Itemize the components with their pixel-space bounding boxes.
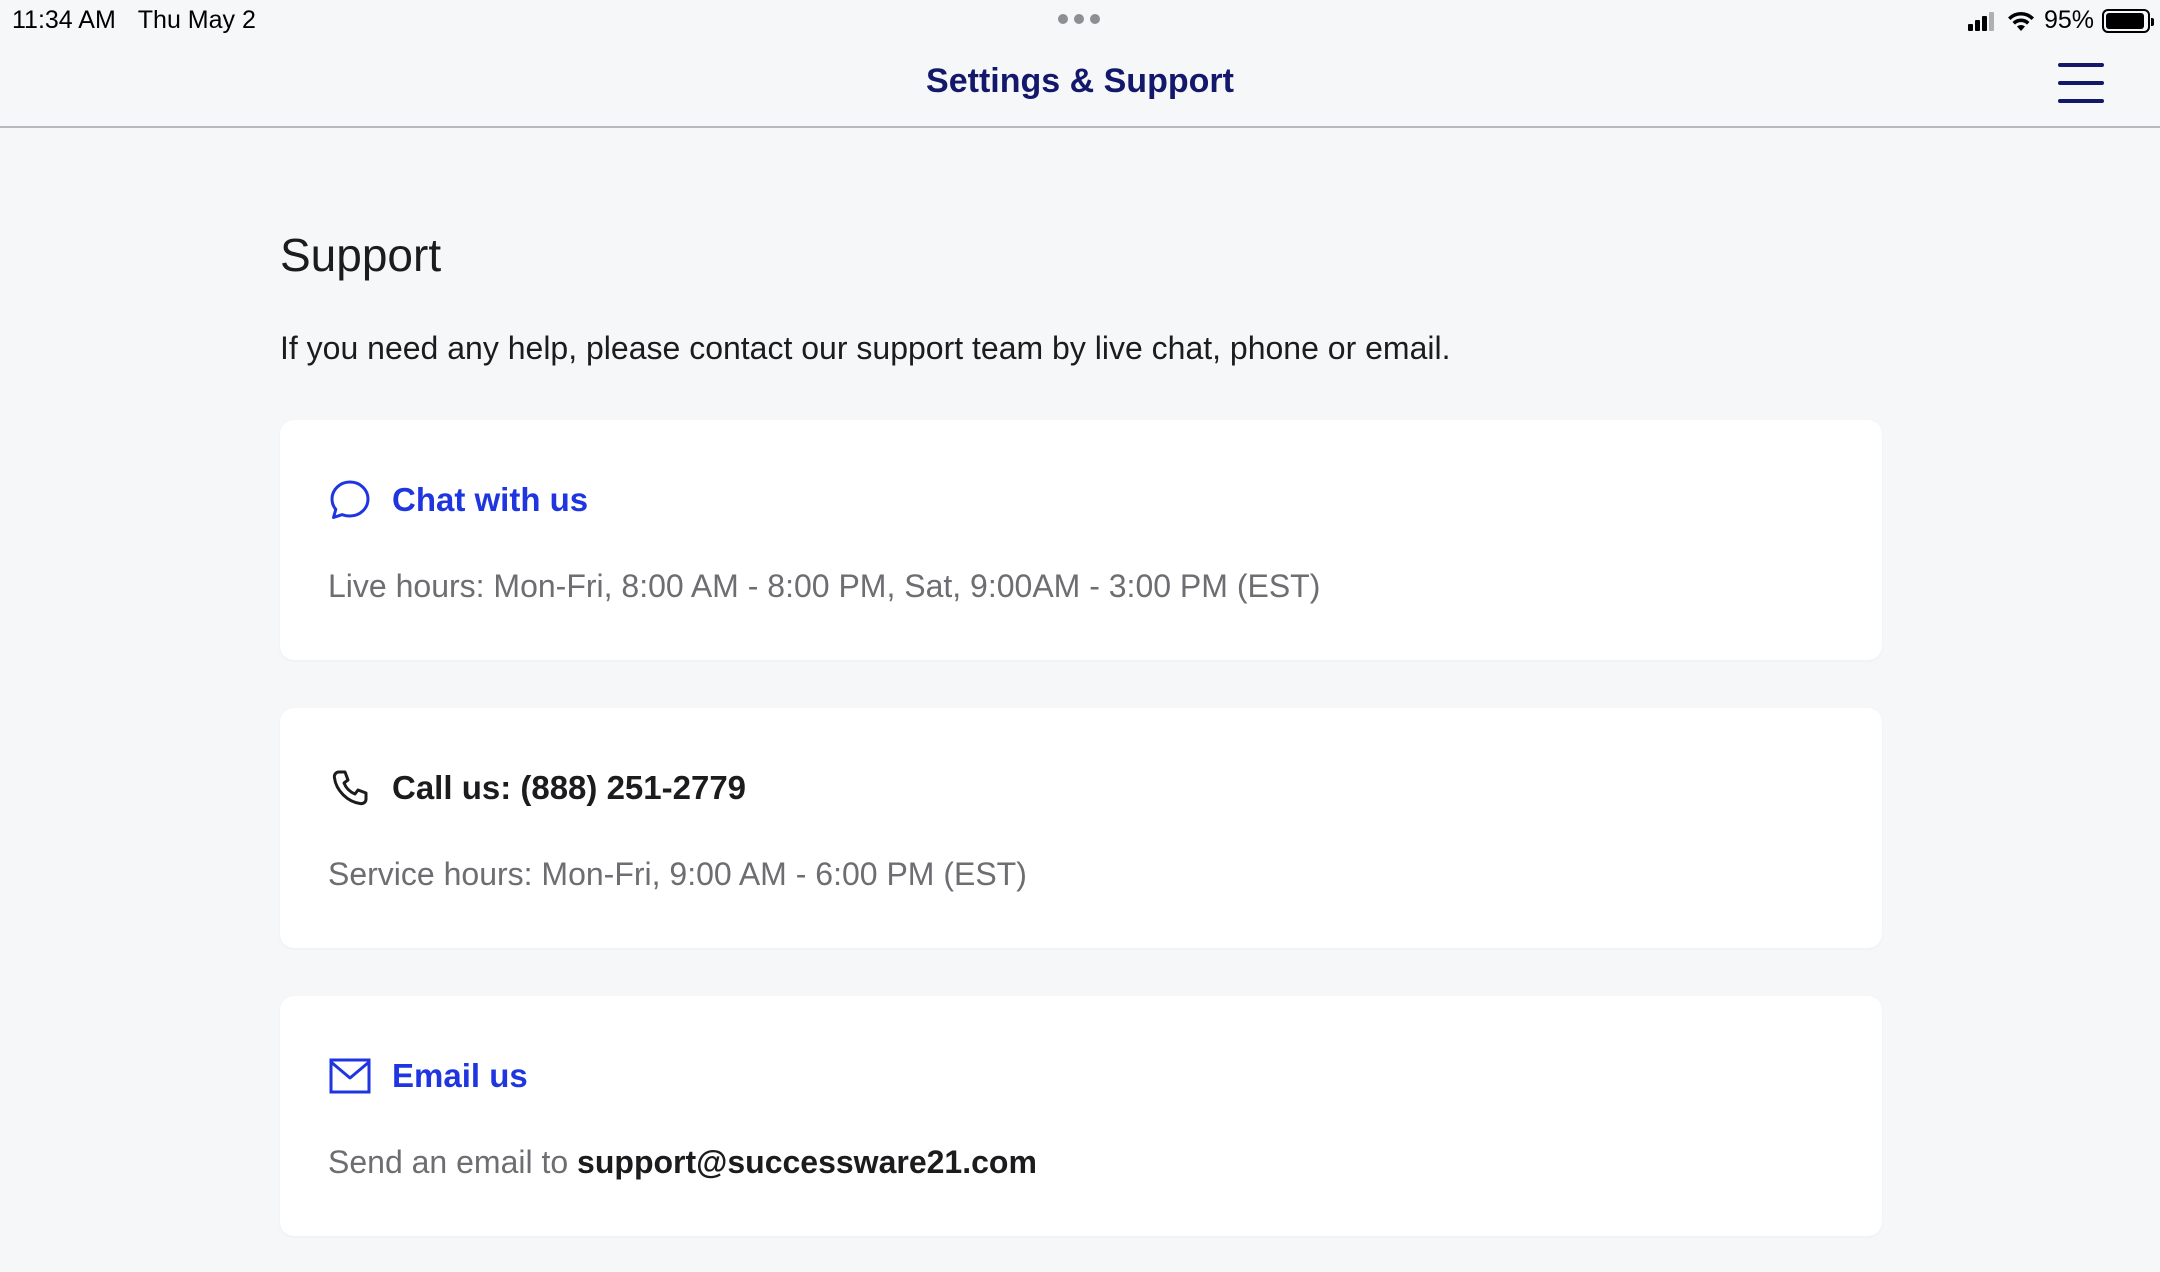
chat-with-us-link[interactable]: Chat with us [392,481,588,519]
cellular-signal-icon [1967,11,1994,31]
status-time-date: 11:34 AM Thu May 2 [12,6,256,35]
battery-icon [2102,8,2154,33]
call-card[interactable]: Call us: (888) 251-2779 Service hours: M… [280,708,1882,948]
navigation-bar: Settings & Support [0,40,2160,128]
hamburger-menu-icon[interactable] [2058,63,2104,103]
email-prefix: Send an email to [328,1144,569,1180]
status-time: 11:34 AM [12,6,116,34]
call-us-phone[interactable]: Call us: (888) 251-2779 [392,769,746,807]
wifi-icon [2007,11,2034,31]
support-intro: If you need any help, please contact our… [280,330,1451,366]
envelope-icon [328,1054,372,1098]
chat-bubble-icon [328,478,372,522]
call-card-header[interactable]: Call us: (888) 251-2779 [328,766,746,810]
status-indicators: 95% [1967,6,2154,35]
email-us-link[interactable]: Email us [392,1057,528,1095]
support-email-address[interactable]: support@successware21.com [577,1144,1037,1180]
chat-card-header[interactable]: Chat with us [328,478,588,522]
phone-icon [328,766,372,810]
email-card-header[interactable]: Email us [328,1054,528,1098]
chat-hours: Live hours: Mon-Fri, 8:00 AM - 8:00 PM, … [328,568,1321,604]
status-bar: 11:34 AM Thu May 2 95% [0,0,2160,40]
support-heading: Support [280,229,442,281]
battery-percent: 95% [2043,6,2094,34]
email-instructions: Send an email to support@successware21.c… [328,1144,1037,1181]
status-date: Thu May 2 [137,6,256,34]
chat-card[interactable]: Chat with us Live hours: Mon-Fri, 8:00 A… [280,420,1882,660]
page-title: Settings & Support [926,62,1234,100]
email-card[interactable]: Email us Send an email to support@succes… [280,996,1882,1236]
battery-level [2106,12,2144,29]
call-hours: Service hours: Mon-Fri, 9:00 AM - 6:00 P… [328,856,1027,892]
multitasking-dots-icon[interactable] [1058,14,1100,24]
